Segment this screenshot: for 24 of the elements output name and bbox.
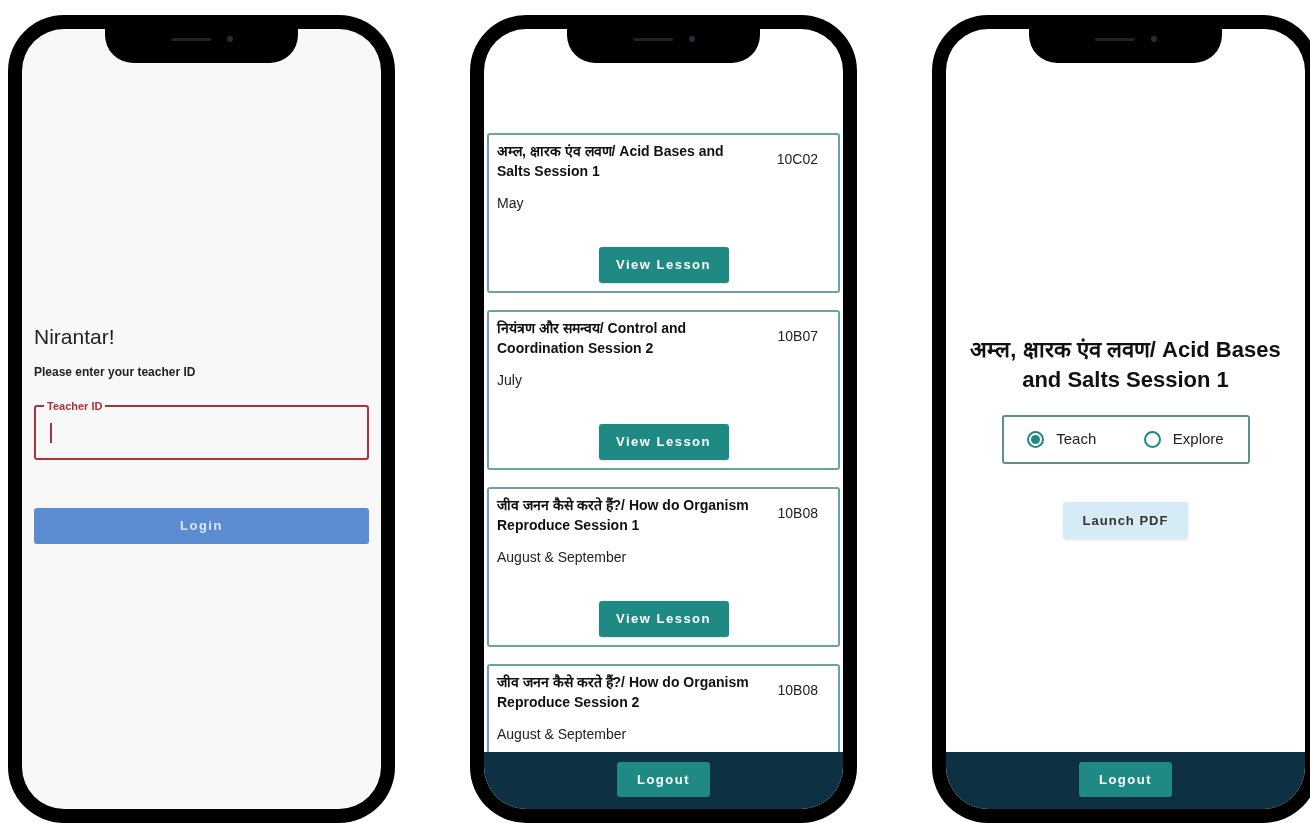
view-lesson-button[interactable]: View Lesson bbox=[598, 601, 729, 637]
lesson-month: August & September bbox=[497, 548, 628, 567]
lesson-title: अम्ल, क्षारक एंव लवण/ Acid Bases and Salts Session 1 bbox=[497, 142, 725, 181]
lesson-code: 10B07 bbox=[777, 327, 818, 346]
mode-radio[interactable]: Explore bbox=[1143, 428, 1224, 451]
app-title: Nirantar! bbox=[34, 324, 116, 350]
logout-button[interactable]: Logout bbox=[616, 762, 710, 797]
mode-radio[interactable]: Teach bbox=[1027, 428, 1097, 451]
logout-button[interactable]: Logout bbox=[1078, 762, 1172, 797]
lesson-month: May bbox=[497, 194, 525, 213]
lesson-code: 10B08 bbox=[777, 504, 818, 523]
launch-pdf-button[interactable]: Launch PDF bbox=[1063, 502, 1188, 539]
lesson-title: जीव जनन कैसे करते हैं?/ How do Organism Reproduce Session 2 bbox=[497, 673, 750, 712]
instruction-text: Please enter your teacher ID bbox=[34, 363, 197, 381]
lesson-title: जीव जनन कैसे करते हैं?/ How do Organism Reproduce Session 1 bbox=[497, 496, 750, 535]
lesson-code: 10B08 bbox=[777, 681, 818, 700]
view-lesson-button[interactable]: View Lesson bbox=[598, 247, 729, 283]
lesson-heading: अम्ल, क्षारक एंव लवण/ Acid Bases and Salts Session 1 bbox=[969, 336, 1282, 394]
lesson-code: 10C02 bbox=[776, 150, 818, 169]
text-cursor bbox=[50, 422, 52, 443]
lesson-month: July bbox=[497, 371, 523, 390]
lesson-month: August & September bbox=[497, 725, 628, 744]
view-lesson-button[interactable]: View Lesson bbox=[598, 424, 729, 460]
lesson-title: नियंत्रण और समन्वय/ Control and Coordination Session 2 bbox=[497, 319, 688, 358]
